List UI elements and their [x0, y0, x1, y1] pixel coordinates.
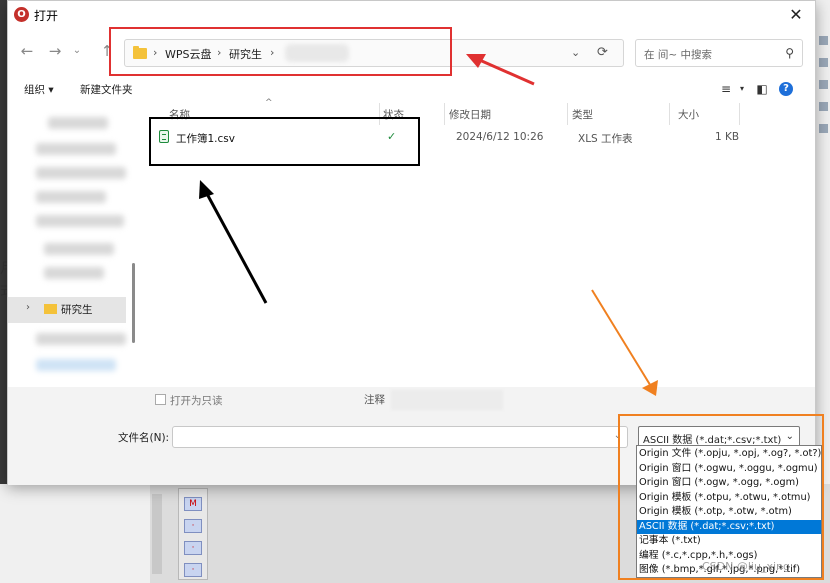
filetype-option[interactable]: 记事本 (*.txt)	[637, 534, 821, 549]
recent-dropdown-icon[interactable]: ⌄	[66, 40, 88, 62]
nav-item-blurred[interactable]	[36, 333, 126, 345]
breadcrumb-wps-cloud[interactable]: WPS云盘	[165, 46, 212, 62]
column-header-size[interactable]: 大小	[678, 107, 699, 122]
forward-arrow-icon[interactable]: →	[44, 40, 66, 62]
breadcrumb-separator: ›	[217, 46, 222, 59]
tool-button-icon[interactable]: M	[184, 497, 202, 511]
file-list: ^ 名称 状态 修改日期 类型 大小 工作簿1.csv ✓ 2024/6/12 …	[141, 98, 811, 385]
sync-ok-icon: ✓	[387, 130, 397, 143]
filetype-option[interactable]: Origin 窗口 (*.ogw, *.ogg, *.ogm)	[637, 476, 821, 491]
chevron-down-icon[interactable]: ⌄	[571, 46, 580, 59]
toolbar-icon	[819, 58, 828, 67]
file-name: 工作簿1.csv	[176, 133, 235, 145]
title-bar: O 打开 ✕	[8, 1, 815, 29]
tool-button-icon[interactable]: ·	[184, 563, 202, 577]
nav-item-blurred[interactable]	[36, 359, 116, 371]
filetype-selected: ASCII 数据 (*.dat;*.csv;*.txt)	[643, 435, 782, 446]
folder-icon	[44, 304, 57, 314]
dialog-title: 打开	[34, 9, 59, 23]
nav-item-blurred[interactable]	[36, 167, 126, 179]
new-folder-button[interactable]: 新建文件夹	[80, 82, 133, 97]
readonly-checkbox[interactable]	[155, 394, 166, 405]
view-controls: ≡ ▾ ◧ ?	[717, 80, 797, 98]
sidebar-item-label: 研究生	[61, 304, 93, 316]
tool-button-icon[interactable]: ·	[184, 519, 202, 533]
nav-item-blurred[interactable]	[36, 191, 106, 203]
nav-item-blurred[interactable]	[36, 215, 124, 227]
sidebar-item-graduate[interactable]: › 研究生	[8, 297, 126, 323]
search-icon[interactable]: ⚲	[785, 46, 794, 60]
nav-item-blurred[interactable]	[36, 143, 116, 155]
filetype-dropdown-list: Origin 文件 (*.opju, *.opj, *.og?, *.ot?) …	[636, 445, 822, 578]
help-icon[interactable]: ?	[779, 82, 793, 96]
toolbar-icon	[819, 102, 828, 111]
nav-item-blurred[interactable]	[48, 117, 108, 129]
address-bar[interactable]: › WPS云盘 › 研究生 › ⌄ ⟳	[124, 39, 624, 67]
csv-file-icon	[159, 130, 169, 143]
vertical-label	[152, 494, 162, 574]
column-divider[interactable]	[444, 103, 445, 125]
breadcrumb-separator: ›	[153, 46, 158, 59]
column-divider[interactable]	[567, 103, 568, 125]
command-bar: 组织 ▾ 新建文件夹 ≡ ▾ ◧ ?	[8, 77, 815, 101]
file-modified: 2024/6/12 10:26	[456, 131, 544, 143]
scrollbar[interactable]	[132, 263, 135, 343]
chevron-down-icon[interactable]: ▾	[733, 80, 751, 98]
toolbar-icon	[819, 80, 828, 89]
app-logo-icon: O	[14, 7, 29, 22]
open-file-dialog: O 打开 ✕ ← → ⌄ ↑ › WPS云盘 › 研究生 › ⌄ ⟳ 在 间~ …	[7, 0, 816, 485]
column-divider[interactable]	[379, 103, 380, 125]
chevron-down-icon[interactable]: ⌄	[614, 430, 622, 441]
navigation-pane: › 研究生	[8, 103, 138, 385]
chevron-down-icon[interactable]: ⌄	[786, 431, 794, 442]
breadcrumb-graduate[interactable]: 研究生	[229, 46, 262, 62]
toolbar-icon	[819, 124, 828, 133]
column-header-name[interactable]: 名称	[169, 107, 190, 122]
back-arrow-icon[interactable]: ←	[16, 40, 38, 62]
close-button[interactable]: ✕	[785, 4, 807, 26]
column-header-type[interactable]: 类型	[572, 107, 593, 122]
search-placeholder: 在 间~ 中搜索	[644, 49, 712, 61]
column-header-status[interactable]: 状态	[383, 107, 404, 122]
folder-icon	[133, 46, 147, 59]
organize-button[interactable]: 组织 ▾	[24, 82, 54, 97]
note-label: 注释	[364, 394, 385, 406]
file-row[interactable]: 工作簿1.csv ✓ 2024/6/12 10:26 XLS 工作表 1 KB	[141, 127, 811, 149]
sort-ascending-icon: ^	[265, 98, 273, 108]
readonly-label: 打开为只读	[170, 395, 223, 407]
column-divider[interactable]	[739, 103, 740, 125]
filetype-option[interactable]: Origin 模板 (*.otp, *.otw, *.otm)	[637, 505, 821, 520]
file-type: XLS 工作表	[578, 133, 633, 145]
chevron-right-icon[interactable]: ›	[26, 302, 30, 313]
file-size: 1 KB	[715, 131, 740, 143]
breadcrumb-separator: ›	[270, 46, 275, 59]
watermark: CSDN @liu_xing	[702, 560, 790, 573]
search-box[interactable]: 在 间~ 中搜索 ⚲	[635, 39, 803, 67]
refresh-icon[interactable]: ⟳	[597, 45, 608, 60]
filetype-option-selected[interactable]: ASCII 数据 (*.dat;*.csv;*.txt)	[637, 519, 821, 534]
note-field[interactable]	[391, 390, 503, 410]
column-divider[interactable]	[669, 103, 670, 125]
filetype-option[interactable]: Origin 窗口 (*.ogwu, *.oggu, *.ogmu)	[637, 462, 821, 477]
filename-input[interactable]: ⌄	[172, 426, 628, 448]
toolbar-icon	[819, 36, 828, 45]
up-arrow-icon[interactable]: ↑	[96, 40, 118, 62]
tool-strip: M · · ·	[178, 488, 208, 580]
filetype-option[interactable]: Origin 模板 (*.otpu, *.otwu, *.otmu)	[637, 491, 821, 506]
column-header-modified[interactable]: 修改日期	[449, 107, 491, 122]
blurred-breadcrumb	[285, 44, 349, 62]
filename-label: 文件名(N):	[118, 432, 170, 444]
nav-item-blurred[interactable]	[44, 267, 104, 279]
tool-button-icon[interactable]: ·	[184, 541, 202, 555]
navigation-bar: ← → ⌄ ↑ › WPS云盘 › 研究生 › ⌄ ⟳ 在 间~ 中搜索 ⚲	[8, 35, 815, 69]
filetype-option[interactable]: Origin 文件 (*.opju, *.opj, *.og?, *.ot?)	[637, 447, 821, 462]
nav-item-blurred[interactable]	[44, 243, 114, 255]
preview-pane-icon[interactable]: ◧	[753, 80, 771, 98]
